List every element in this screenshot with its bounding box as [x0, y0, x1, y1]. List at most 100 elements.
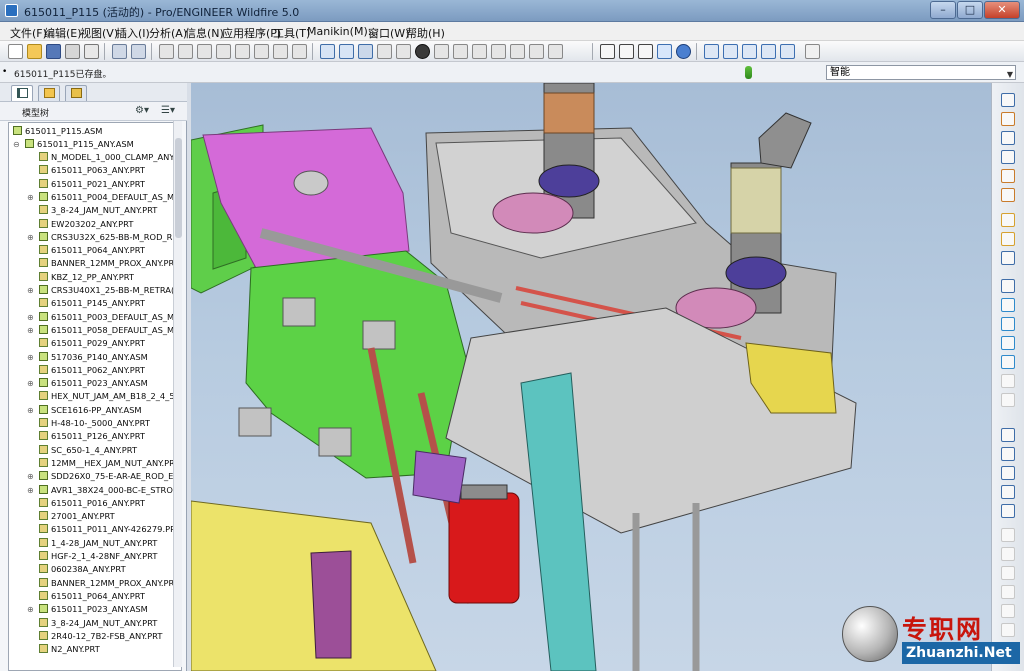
menu-view[interactable]: 视图(V) [80, 25, 118, 41]
expand-toggle-icon[interactable]: ⊕ [27, 484, 34, 497]
tree-item[interactable]: 615011_P062_ANY.PRT [39, 364, 145, 377]
save-icon[interactable] [46, 44, 61, 59]
tree-item[interactable]: EW203202_ANY.PRT [39, 218, 133, 231]
intersect-icon[interactable] [1001, 585, 1015, 599]
close-button[interactable]: ✕ [984, 1, 1020, 19]
plane-icon[interactable] [1001, 112, 1015, 126]
menu-tools[interactable]: 工具(T) [273, 25, 310, 41]
graphics-window[interactable] [191, 83, 991, 671]
select-icon[interactable] [254, 44, 269, 59]
rename-icon[interactable] [273, 44, 288, 59]
tree-item[interactable]: 3_8-24_JAM_NUT_ANY.PRT [39, 204, 157, 217]
csys-display-icon[interactable] [761, 44, 776, 59]
blend-icon[interactable] [1001, 279, 1015, 293]
tree-item[interactable]: ⊕ 615011_P058_DEFAULT_AS_M/ [27, 324, 177, 337]
tree-item[interactable]: SC_650-1_4_ANY.PRT [39, 444, 137, 457]
hole-icon[interactable] [1001, 298, 1015, 312]
expand-toggle-icon[interactable]: ⊕ [27, 470, 34, 483]
tree-item[interactable]: 615011_P016_ANY.PRT [39, 497, 145, 510]
tree-item[interactable]: 615011_P063_ANY.PRT [39, 164, 145, 177]
datum-display-icon[interactable] [320, 44, 335, 59]
annotation-display-icon[interactable] [780, 44, 795, 59]
orient-icon[interactable] [339, 44, 354, 59]
tree-item[interactable]: 12MM__HEX_JAM_NUT_ANY.PR [39, 457, 175, 470]
scrollbar-thumb[interactable] [175, 138, 182, 238]
saved-views-icon[interactable] [510, 44, 525, 59]
tree-item[interactable]: 060238A_ANY.PRT [39, 563, 126, 576]
copy-icon[interactable] [178, 44, 193, 59]
tree-item[interactable]: HEX_NUT_JAM_AM_B18_2_4_5 [39, 390, 175, 403]
maximize-button[interactable]: □ [957, 1, 983, 19]
favorites-tab[interactable] [65, 85, 87, 101]
offset-icon[interactable] [1001, 528, 1015, 542]
tree-item[interactable]: 615011_P029_ANY.PRT [39, 337, 145, 350]
tree-item[interactable]: 615011_P064_ANY.PRT [39, 590, 145, 603]
revolve-icon[interactable] [1001, 232, 1015, 246]
paste-icon[interactable] [197, 44, 212, 59]
tree-item[interactable]: ⊕ 517036_P140_ANY.ASM [27, 351, 148, 364]
tree-item[interactable]: 3_8-24_JAM_NUT_ANY.PRT [39, 617, 157, 630]
tree-item[interactable]: ⊕ 615011_P004_DEFAULT_AS_M/ [27, 191, 177, 204]
tree-item[interactable]: 615011_P145_ANY.PRT [39, 297, 145, 310]
zoom-out-icon[interactable] [453, 44, 468, 59]
tree-item[interactable]: 615011_P021_ANY.PRT [39, 178, 145, 191]
copy-feature-icon[interactable] [1001, 428, 1015, 442]
minimize-button[interactable]: – [930, 1, 956, 19]
shell-icon[interactable] [1001, 317, 1015, 331]
model-tree-tab[interactable] [11, 85, 33, 101]
tree-show-icon[interactable]: ☰▾ [161, 105, 175, 116]
tree-item[interactable]: H-48-10-_5000_ANY.PRT [39, 417, 150, 430]
variable-sweep-icon[interactable] [1001, 251, 1015, 265]
pattern-icon[interactable] [1001, 504, 1015, 518]
redo-icon[interactable] [131, 44, 146, 59]
tree-item[interactable]: 2R40-12_7B2-FSB_ANY.PRT [39, 630, 162, 643]
expand-toggle-icon[interactable]: ⊕ [27, 311, 34, 324]
tree-item[interactable]: 615011_P126_ANY.PRT [39, 430, 145, 443]
send-icon[interactable] [84, 44, 99, 59]
tree-item[interactable]: ⊕ CRS3U40X1_25-BB-M_RETRA( [27, 284, 174, 297]
paste-special-icon[interactable] [216, 44, 231, 59]
expand-toggle-icon[interactable]: ⊕ [27, 284, 34, 297]
menu-info[interactable]: 信息(N) [185, 25, 224, 41]
csys-icon[interactable] [1001, 188, 1015, 202]
solidify-icon[interactable] [1001, 566, 1015, 580]
tree-item[interactable]: ⊕ 615011_P003_DEFAULT_AS_M/ [27, 311, 177, 324]
model-display-icon[interactable] [548, 44, 563, 59]
shading-icon[interactable] [657, 44, 672, 59]
chamfer-icon[interactable] [1001, 393, 1015, 407]
curve-icon[interactable] [1001, 150, 1015, 164]
tree-item[interactable]: 615011_P064_ANY.PRT [39, 244, 145, 257]
round-icon[interactable] [1001, 374, 1015, 388]
expand-toggle-icon[interactable]: ⊕ [27, 231, 34, 244]
print-icon[interactable] [65, 44, 80, 59]
draft-icon[interactable] [1001, 355, 1015, 369]
menu-window[interactable]: 窗口(W) [368, 25, 409, 41]
tree-item[interactable]: HGF-2_1_4-28NF_ANY.PRT [39, 550, 157, 563]
no-hidden-icon[interactable] [638, 44, 653, 59]
axis-display-icon[interactable] [723, 44, 738, 59]
expand-toggle-icon[interactable]: ⊖ [13, 138, 20, 151]
tree-item[interactable]: 1_4-28_JAM_NUT_ANY.PRT [39, 537, 157, 550]
trim-icon[interactable] [1001, 485, 1015, 499]
tree-item[interactable]: ⊕ CRS3U32X_625-BB-M_ROD_R [27, 231, 172, 244]
extrude-icon[interactable] [1001, 213, 1015, 227]
sketch-icon[interactable] [1001, 93, 1015, 107]
tree-item[interactable]: BANNER_12MM_PROX_ANY.PRT [39, 577, 179, 590]
tree-item[interactable]: BANNER_12MM_PROX_ANY.PR [39, 257, 174, 270]
hidden-line-icon[interactable] [619, 44, 634, 59]
plane-display-icon[interactable] [704, 44, 719, 59]
menu-analysis[interactable]: 分析(A) [149, 25, 187, 41]
tree-settings-icon[interactable]: ⚙▾ [135, 105, 149, 116]
pan-icon[interactable] [377, 44, 392, 59]
tree-item[interactable]: 27001_ANY.PRT [39, 510, 115, 523]
reorient-icon[interactable] [491, 44, 506, 59]
tree-item[interactable]: KBZ_12_PP_ANY.PRT [39, 271, 134, 284]
menu-insert[interactable]: 插入(I) [116, 25, 150, 41]
open-icon[interactable] [27, 44, 42, 59]
expand-toggle-icon[interactable]: ⊕ [27, 324, 34, 337]
new-icon[interactable] [8, 44, 23, 59]
tree-item[interactable]: 615011_P011_ANY-426279.PRT [39, 523, 180, 536]
enhanced-realism-icon[interactable] [676, 44, 691, 59]
tree-item[interactable]: ⊕ 615011_P023_ANY.ASM [27, 377, 148, 390]
tree-item[interactable]: 615011_P115.ASM [13, 125, 102, 138]
